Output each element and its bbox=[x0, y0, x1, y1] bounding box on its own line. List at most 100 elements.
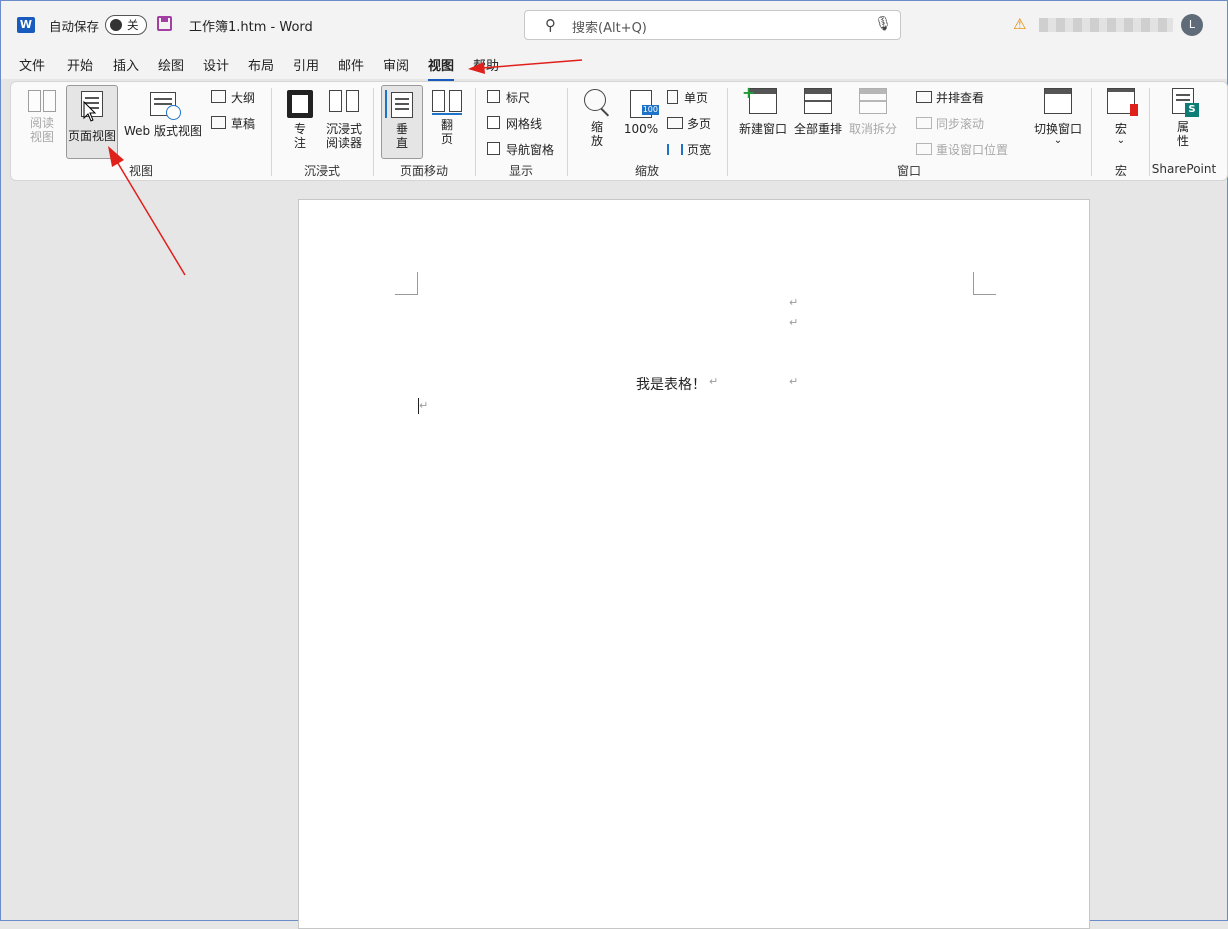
menu-tabs: 文件 开始 插入 绘图 设计 布局 引用 邮件 审阅 视图 帮助 bbox=[1, 47, 1227, 81]
ribbon-separator bbox=[475, 88, 476, 176]
focus-icon bbox=[287, 90, 313, 118]
macros-button[interactable]: 宏 ⌄ bbox=[1103, 88, 1139, 146]
title-bar: W 自动保存 关 工作簿1.htm - Word ⚲ 搜索(Alt+Q) 🎙 ⚠… bbox=[1, 1, 1227, 47]
immersive-reader-label-2: 阅读器 bbox=[325, 136, 362, 150]
new-window-button[interactable]: + 新建窗口 bbox=[737, 83, 789, 137]
ribbon-separator bbox=[567, 88, 568, 176]
draft-button[interactable]: 草稿 bbox=[211, 115, 255, 132]
multi-page-icon bbox=[667, 117, 683, 129]
switch-windows-button[interactable]: 切换窗口 ⌄ bbox=[1029, 88, 1087, 146]
immersive-reader-button[interactable]: 沉浸式 阅读器 bbox=[323, 90, 365, 150]
tab-help[interactable]: 帮助 bbox=[473, 55, 499, 74]
outline-button[interactable]: 大纲 bbox=[211, 89, 255, 106]
view-side-by-side-button[interactable]: 并排查看 bbox=[916, 89, 984, 106]
document-text[interactable]: 我是表格！ bbox=[636, 374, 706, 394]
ruler-label: 标尺 bbox=[506, 91, 531, 105]
ribbon-separator bbox=[1091, 88, 1092, 176]
new-window-label: 新建窗口 bbox=[738, 122, 787, 136]
group-label-page-movement: 页面移动 bbox=[399, 164, 448, 178]
paragraph-mark: ↵ bbox=[789, 316, 799, 329]
warning-icon[interactable]: ⚠ bbox=[1013, 15, 1026, 33]
nav-pane-checkbox-box bbox=[487, 142, 500, 155]
tab-view[interactable]: 视图 bbox=[428, 55, 455, 81]
zoom-100-button[interactable]: 100 100% bbox=[621, 90, 661, 136]
group-label-window: 窗口 bbox=[896, 164, 921, 178]
split-label: 取消拆分 bbox=[848, 122, 897, 136]
reset-window-position-button[interactable]: 重设窗口位置 bbox=[916, 141, 1008, 158]
account-name-blurred[interactable] bbox=[1039, 18, 1173, 32]
avatar[interactable]: L bbox=[1181, 14, 1203, 36]
zoom-100-badge: 100 bbox=[641, 105, 659, 115]
immersive-reader-icon bbox=[329, 90, 359, 118]
page-width-label: 页宽 bbox=[687, 143, 712, 157]
paragraph-mark: ↵ bbox=[789, 296, 799, 309]
print-layout-icon bbox=[81, 91, 103, 117]
tab-draw[interactable]: 绘图 bbox=[158, 55, 184, 74]
microphone-icon[interactable]: 🎙 bbox=[874, 16, 892, 32]
paragraph-mark: ↵ bbox=[709, 375, 719, 388]
zoom-100-icon: 100 bbox=[630, 90, 659, 118]
focus-button[interactable]: 专注 bbox=[283, 90, 317, 150]
tab-layout[interactable]: 布局 bbox=[248, 55, 274, 74]
side-to-side-button[interactable]: 翻页 bbox=[429, 90, 465, 146]
split-button[interactable]: 取消拆分 bbox=[847, 88, 899, 137]
web-layout-button[interactable]: Web 版式视图 bbox=[121, 92, 205, 139]
read-mode-button[interactable]: 阅读 视图 bbox=[23, 90, 61, 144]
properties-label-2: 性 bbox=[1176, 134, 1189, 148]
gridlines-checkbox[interactable]: 网格线 bbox=[487, 115, 542, 132]
one-page-button[interactable]: 单页 bbox=[667, 89, 708, 106]
arrange-all-label: 全部重排 bbox=[793, 122, 842, 136]
switch-windows-icon bbox=[1044, 88, 1072, 114]
draft-label: 草稿 bbox=[231, 117, 256, 131]
ribbon-separator bbox=[271, 88, 272, 176]
save-icon[interactable] bbox=[157, 16, 172, 31]
web-layout-icon bbox=[150, 92, 181, 120]
search-placeholder: 搜索(Alt+Q) bbox=[572, 21, 647, 36]
draft-icon bbox=[211, 116, 226, 129]
new-window-icon: + bbox=[742, 83, 777, 114]
document-page[interactable]: ↵ ↵ 我是表格！ ↵ ↵ ↵ bbox=[298, 199, 1090, 929]
document-title: 工作簿1.htm - Word bbox=[189, 20, 313, 35]
outline-icon bbox=[211, 90, 226, 103]
one-page-label: 单页 bbox=[684, 91, 709, 105]
side-label-1: 翻 bbox=[440, 118, 453, 132]
magnifier-icon bbox=[582, 88, 612, 118]
search-box[interactable]: ⚲ 搜索(Alt+Q) 🎙 bbox=[524, 10, 901, 40]
multi-page-button[interactable]: 多页 bbox=[667, 115, 711, 132]
tab-home[interactable]: 开始 bbox=[67, 55, 93, 74]
properties-button[interactable]: S 属性 bbox=[1163, 88, 1203, 148]
autosave-state: 关 bbox=[127, 18, 139, 32]
print-layout-button[interactable]: 页面视图 bbox=[66, 85, 118, 159]
autosave-label: 自动保存 bbox=[49, 19, 100, 34]
nav-pane-checkbox[interactable]: 导航窗格 bbox=[487, 141, 554, 158]
word-logo-icon: W bbox=[17, 17, 35, 33]
vertical-button[interactable]: 垂直 bbox=[381, 85, 423, 159]
immersive-reader-label-1: 沉浸式 bbox=[325, 122, 362, 136]
properties-label-1: 属 bbox=[1176, 120, 1189, 134]
ruler-checkbox[interactable]: 标尺 bbox=[487, 89, 530, 106]
sync-scroll-button[interactable]: 同步滚动 bbox=[916, 115, 984, 132]
ribbon-separator bbox=[727, 88, 728, 176]
page-width-button[interactable]: 页宽 bbox=[667, 141, 711, 158]
vertical-icon bbox=[385, 90, 413, 118]
zoom-button[interactable]: 缩放 bbox=[579, 88, 615, 148]
reset-position-label: 重设窗口位置 bbox=[936, 143, 1009, 157]
nav-pane-label: 导航窗格 bbox=[506, 143, 555, 157]
tab-mailings[interactable]: 邮件 bbox=[338, 55, 364, 74]
tab-design[interactable]: 设计 bbox=[203, 55, 229, 74]
ribbon-separator bbox=[1149, 88, 1150, 176]
chevron-down-icon: ⌄ bbox=[1053, 135, 1063, 146]
group-label-zoom: 缩放 bbox=[634, 164, 659, 178]
autosave-toggle[interactable]: 关 bbox=[105, 15, 147, 35]
tab-insert[interactable]: 插入 bbox=[113, 55, 139, 74]
arrange-all-button[interactable]: 全部重排 bbox=[792, 88, 844, 137]
multi-page-label: 多页 bbox=[687, 117, 712, 131]
group-label-macros: 宏 bbox=[1114, 164, 1127, 178]
toggle-knob bbox=[110, 19, 122, 31]
arrange-all-icon bbox=[804, 88, 832, 114]
focus-label-1: 专 bbox=[293, 122, 306, 136]
tab-references[interactable]: 引用 bbox=[293, 55, 319, 74]
web-layout-label: Web 版式视图 bbox=[124, 124, 202, 138]
tab-review[interactable]: 审阅 bbox=[383, 55, 409, 74]
tab-file[interactable]: 文件 bbox=[19, 55, 45, 74]
